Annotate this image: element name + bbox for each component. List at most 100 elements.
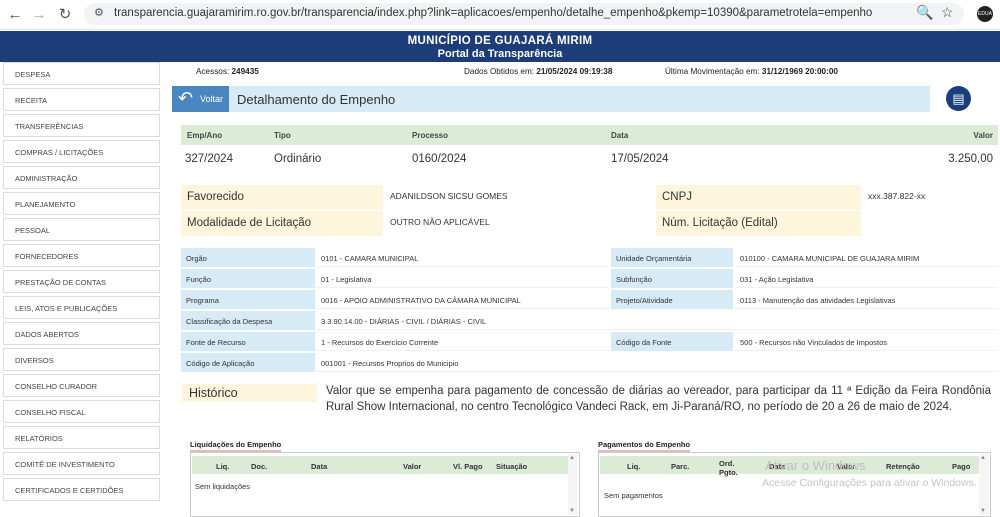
- unidade-label: Unidade Orçamentária: [611, 248, 733, 267]
- col-tipo: Tipo: [274, 131, 291, 140]
- historico-label: Histórico: [182, 384, 317, 402]
- favorecido-label: Favorecido: [181, 185, 383, 210]
- sidebar-item-diversos[interactable]: DIVERSOS: [3, 348, 160, 371]
- cnpj-value: xxx.387.822-xx: [868, 191, 926, 201]
- orgao-label: Orgão: [181, 248, 315, 267]
- subfuncao-value: 031 - Ação Legislativa: [735, 269, 998, 288]
- unidade-value: 010100 - CAMARA MUNICIPAL DE GUAJARA MIR…: [735, 248, 998, 267]
- liquidacoes-title: Liquidações do Empenho: [190, 440, 281, 452]
- undo-arrow-icon: ↶: [178, 88, 194, 108]
- address-bar[interactable]: ⚙ transparencia.guajaramirim.ro.gov.br/t…: [84, 3, 964, 25]
- col-emp-ano: Emp/Ano: [187, 131, 223, 140]
- modalidade-value: OUTRO NÃO APLICÁVEL: [390, 217, 490, 227]
- funcao-label: Função: [181, 269, 315, 288]
- empenho-header-row: Emp/Ano Tipo Processo Data Valor: [181, 125, 998, 145]
- subfuncao-label: Subfunção: [611, 269, 733, 288]
- valor-value: 3.250,00: [948, 153, 993, 165]
- sidebar: DESPESA RECEITA TRANSFERÊNCIAS COMPRAS /…: [0, 62, 163, 504]
- windows-watermark-text: Acesse Configurações para ativar o Windo…: [762, 477, 977, 489]
- site-settings-icon[interactable]: ⚙: [94, 6, 104, 19]
- pag-col-parc: Parc.: [671, 462, 690, 471]
- profile-avatar[interactable]: EDUA: [977, 6, 993, 22]
- liq-col-situacao: Situação: [496, 462, 528, 471]
- pagamentos-scrollbar[interactable]: [979, 454, 989, 515]
- document-icon[interactable]: ▤: [946, 86, 971, 111]
- sidebar-item-relatorios[interactable]: RELATÓRIOS: [3, 426, 160, 449]
- liquidacoes-header-row: Liq. Doc. Data Valor Vl. Pago Situação: [192, 456, 568, 474]
- historico-text: Valor que se empenha para pagamento de c…: [326, 385, 991, 413]
- back-arrow-icon[interactable]: ←: [6, 6, 24, 24]
- data-obtained: Dados Obtidos em: 21/05/2024 09:19:38: [464, 67, 612, 76]
- liquidacoes-scrollbar[interactable]: [568, 454, 578, 515]
- codigo-fonte-label: Código da Fonte: [611, 332, 733, 351]
- pagamentos-empty: Sem pagamentos: [604, 491, 663, 500]
- data-value: 17/05/2024: [611, 153, 669, 165]
- pag-col-liq: Liq.: [627, 462, 641, 471]
- reload-icon[interactable]: ↻: [56, 6, 74, 24]
- sidebar-item-despesa[interactable]: DESPESA: [3, 62, 160, 85]
- sidebar-item-leis-atos[interactable]: LEIS, ATOS E PUBLICAÇÕES: [3, 296, 160, 319]
- obtained-value: 21/05/2024 09:19:38: [536, 67, 613, 76]
- favorecido-value: ADANILDSON SICSU GOMES: [390, 191, 508, 201]
- sidebar-item-prestacao-contas[interactable]: PRESTAÇÃO DE CONTAS: [3, 270, 160, 293]
- windows-watermark-title: Ativar o Windows: [765, 458, 866, 473]
- liq-col-valor: Valor: [403, 462, 422, 471]
- classificacao-label: Classificação da Despesa: [181, 311, 315, 330]
- access-count: Acessos: 249435: [196, 67, 259, 76]
- sidebar-item-dados-abertos[interactable]: DADOS ABERTOS: [3, 322, 160, 345]
- sidebar-item-compras[interactable]: COMPRAS / LICITAÇÕES: [3, 140, 160, 163]
- back-button[interactable]: ↶ Voltar: [172, 86, 229, 112]
- movement-value: 31/12/1969 20:00:00: [761, 67, 838, 76]
- pagamentos-title: Pagamentos do Empenho: [598, 440, 690, 452]
- pag-col-pago: Pago: [952, 462, 971, 471]
- col-valor: Valor: [973, 131, 993, 140]
- sidebar-item-pessoal[interactable]: PESSOAL: [3, 218, 160, 241]
- codigo-aplicacao-value: 001001 - Recursos Proprios do Municipio: [316, 353, 998, 372]
- programa-label: Programa: [181, 290, 315, 309]
- liquidacoes-empty: Sem liquidações: [195, 482, 251, 491]
- projeto-value: 0113 - Manutenção das atividades Legisla…: [735, 290, 998, 309]
- tipo-value: Ordinário: [274, 153, 322, 165]
- sidebar-item-comite-investimento[interactable]: COMITÊ DE INVESTIMENTO: [3, 452, 160, 475]
- last-movement: Última Movimentação em: 31/12/1969 20:00…: [665, 67, 838, 76]
- zoom-icon[interactable]: 🔍: [916, 4, 933, 21]
- programa-value: 0016 - APOIO ADMINISTRATIVO DA CÂMARA MU…: [316, 290, 609, 309]
- pag-col-ord-pgto: Ord. Pgto.: [719, 459, 738, 477]
- processo-value: 0160/2024: [412, 153, 467, 165]
- sidebar-item-transferencias[interactable]: TRANSFERÊNCIAS: [3, 114, 160, 137]
- classificacao-value: 3.3.90.14.00 - DIÁRIAS - CIVIL / DIÁRIAS…: [316, 311, 998, 330]
- forward-arrow-icon[interactable]: →: [30, 6, 48, 24]
- codigo-aplicacao-label: Código de Aplicação: [181, 353, 315, 372]
- obtained-label: Dados Obtidos em:: [464, 67, 535, 76]
- emp-ano-value: 327/2024: [185, 153, 233, 165]
- sidebar-item-fornecedores[interactable]: FORNECEDORES: [3, 244, 160, 267]
- bookmark-star-icon[interactable]: ☆: [941, 4, 954, 21]
- pag-col-retencao: Retenção: [886, 462, 920, 471]
- col-data: Data: [611, 131, 629, 140]
- orgao-value: 0101 - CAMARA MUNICIPAL: [316, 248, 609, 267]
- access-value: 249435: [231, 67, 259, 76]
- site-subtitle: Portal da Transparência: [437, 48, 563, 60]
- back-button-label: Voltar: [200, 94, 224, 104]
- sidebar-item-conselho-fiscal[interactable]: CONSELHO FISCAL: [3, 400, 160, 423]
- liq-col-vl-pago: Vl. Pago: [453, 462, 483, 471]
- cnpj-label: CNPJ: [656, 185, 861, 210]
- num-licitacao-label: Núm. Licitação (Edital): [656, 211, 861, 236]
- sidebar-item-certificados[interactable]: CERTIFICADOS E CERTIDÕES: [3, 478, 160, 501]
- sidebar-item-administracao[interactable]: ADMINISTRAÇÃO: [3, 166, 160, 189]
- num-licitacao-value: [862, 211, 998, 236]
- movement-label: Última Movimentação em:: [665, 67, 760, 76]
- col-processo: Processo: [412, 131, 449, 140]
- liquidacoes-panel: Liq. Doc. Data Valor Vl. Pago Situação S…: [190, 452, 580, 517]
- browser-toolbar: ← → ↻ ⚙ transparencia.guajaramirim.ro.go…: [0, 0, 1000, 30]
- liq-col-doc: Doc.: [251, 462, 268, 471]
- sidebar-item-planejamento[interactable]: PLANEJAMENTO: [3, 192, 160, 215]
- sidebar-item-conselho-curador[interactable]: CONSELHO CURADOR: [3, 374, 160, 397]
- liq-col-data: Data: [311, 462, 328, 471]
- funcao-value: 01 - Legislativa: [316, 269, 609, 288]
- sidebar-item-receita[interactable]: RECEITA: [3, 88, 160, 111]
- fonte-recurso-label: Fonte de Recurso: [181, 332, 315, 351]
- page-title: Detalhamento do Empenho: [237, 92, 396, 107]
- modalidade-label: Modalidade de Licitação: [181, 211, 383, 236]
- codigo-fonte-value: 500 - Recursos não Vinculados de Imposto…: [735, 332, 998, 351]
